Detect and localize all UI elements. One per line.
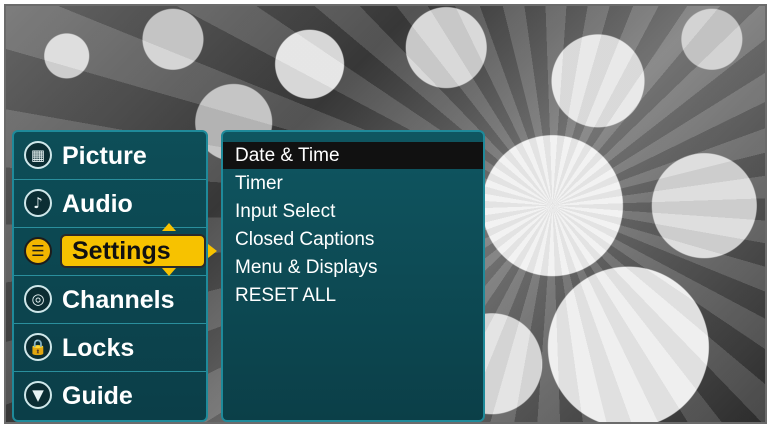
menu-item-guide[interactable]: ▼ Guide: [14, 372, 206, 420]
submenu-item-input-select[interactable]: Input Select: [223, 198, 483, 225]
menu-item-settings[interactable]: ☰ Settings: [14, 223, 217, 276]
audio-icon: ♪: [24, 189, 52, 217]
menu-item-label: Channels: [62, 286, 175, 314]
arrow-right-icon[interactable]: [208, 244, 217, 258]
submenu-item-menu-displays[interactable]: Menu & Displays: [223, 254, 483, 281]
menu-item-label: Audio: [62, 190, 133, 218]
arrow-up-icon[interactable]: [162, 223, 176, 231]
menu-item-channels[interactable]: ◎ Channels: [14, 276, 206, 324]
menu-item-audio[interactable]: ♪ Audio: [14, 180, 206, 228]
picture-icon: ▦: [24, 141, 52, 169]
settings-icon: ☰: [24, 237, 52, 265]
menu-item-label: Settings: [72, 237, 171, 265]
guide-icon: ▼: [24, 381, 52, 409]
arrow-down-icon[interactable]: [162, 268, 176, 276]
menu-item-locks[interactable]: 🔒 Locks: [14, 324, 206, 372]
lock-icon: 🔒: [24, 333, 52, 361]
submenu-item-timer[interactable]: Timer: [223, 170, 483, 197]
channels-icon: ◎: [24, 285, 52, 313]
submenu-item-closed-captions[interactable]: Closed Captions: [223, 226, 483, 253]
menu-item-label: Picture: [62, 142, 147, 170]
menu-item-picture[interactable]: ▦ Picture: [14, 132, 206, 180]
main-menu: ▦ Picture ♪ Audio ☰ Settings ◎ Channels …: [12, 130, 217, 422]
menu-item-label: Locks: [62, 334, 135, 362]
submenu-item-date-time[interactable]: Date & Time: [223, 142, 483, 169]
settings-submenu: Date & Time Timer Input Select Closed Ca…: [221, 130, 485, 422]
submenu-item-reset-all[interactable]: RESET ALL: [223, 282, 483, 309]
menu-item-label: Guide: [62, 382, 133, 410]
